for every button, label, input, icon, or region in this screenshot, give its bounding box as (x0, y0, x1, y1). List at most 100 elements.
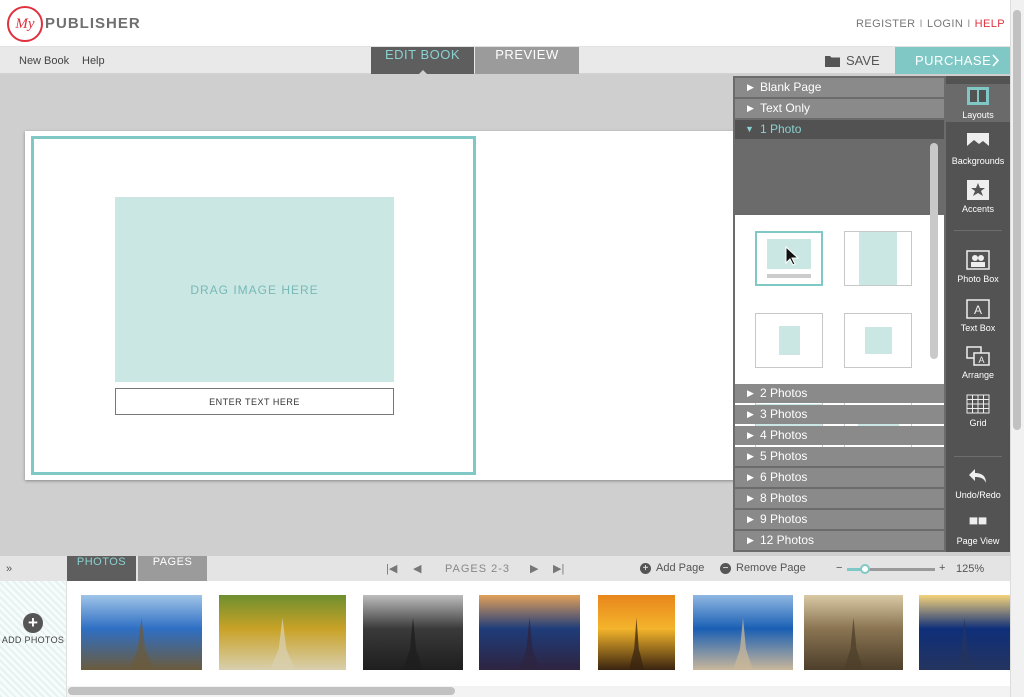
last-page-icon[interactable]: ▶| (553, 562, 564, 575)
layouts-icon (967, 87, 989, 105)
triangle-right-icon: ▶ (747, 451, 754, 461)
section-5-photos[interactable]: ▶ 5 Photos (735, 447, 944, 466)
purchase-button[interactable]: PURCHASE (895, 47, 1010, 74)
collapse-tray-icon[interactable]: » (6, 563, 12, 575)
layout-option[interactable] (755, 231, 823, 286)
section-1-photo[interactable]: ▼ 1 Photo (735, 120, 944, 139)
tool-undo-redo[interactable]: Undo/Redo (946, 466, 1010, 500)
zoom-level: 125% (956, 563, 985, 575)
layout-option[interactable] (844, 313, 912, 368)
backgrounds-icon (967, 133, 989, 151)
first-page-icon[interactable]: |◀ (386, 562, 397, 575)
cursor-arrow-icon (785, 246, 799, 266)
photo-subject (269, 617, 296, 670)
add-photos-button[interactable]: + ADD PHOTOS (0, 581, 67, 697)
next-page-icon[interactable]: ▶ (530, 562, 538, 575)
save-button[interactable]: SAVE (825, 53, 880, 68)
section-4-photos[interactable]: ▶ 4 Photos (735, 426, 944, 445)
tab-preview[interactable]: PREVIEW (475, 47, 579, 74)
photo-thumbnail-arc-de-triomphe-day[interactable] (693, 595, 793, 670)
photo-tray: + ADD PHOTOS (0, 581, 1010, 697)
remove-page-button[interactable]: − Remove Page (720, 562, 806, 574)
triangle-right-icon: ▶ (747, 493, 754, 503)
photo-subject (955, 617, 974, 670)
add-photos-label: ADD PHOTOS (1, 635, 65, 645)
bottom-toolbar: » PHOTOS PAGES |◀ ◀ PAGES 2-3 ▶ ▶| + Add … (0, 555, 1010, 582)
section-label: 6 Photos (760, 470, 808, 484)
zoom-slider-handle[interactable] (859, 564, 870, 574)
undo-icon (969, 469, 986, 483)
tool-label: Page View (956, 536, 1000, 546)
photo-thumbnail-eiffel-tower-sunset[interactable] (598, 595, 675, 670)
menu-new-book[interactable]: New Book (19, 55, 69, 67)
photo-thumbnail-louvre-pyramid-dusk[interactable] (479, 595, 580, 670)
photo-drop-zone[interactable]: DRAG IMAGE HERE (115, 197, 394, 382)
tool-page-view[interactable]: Page View (946, 516, 1010, 546)
tool-arrange[interactable]: A Arrange (946, 346, 1010, 380)
account-links: REGISTER I LOGIN I HELP (856, 18, 1005, 30)
register-link[interactable]: REGISTER (856, 18, 915, 30)
section-9-photos[interactable]: ▶ 9 Photos (735, 510, 944, 529)
layouts-scrollbar[interactable] (930, 143, 938, 359)
zoom-out-button[interactable]: − (836, 562, 842, 574)
tool-label: Accents (961, 204, 994, 214)
photo-thumbnail-chateau-autumn-garden[interactable] (219, 595, 346, 670)
photo-box-icon (966, 250, 990, 270)
tab-photos[interactable]: PHOTOS (67, 556, 136, 582)
triangle-right-icon: ▶ (747, 82, 754, 92)
photo-thumbnail-eiffel-tower-blue-sky[interactable] (81, 595, 202, 670)
section-12-photos[interactable]: ▶ 12 Photos (735, 531, 944, 550)
photo-subject (628, 617, 645, 670)
add-page-button[interactable]: + Add Page (640, 562, 704, 574)
text-box[interactable]: ENTER TEXT HERE (115, 388, 394, 415)
tool-accents[interactable]: Accents (946, 180, 1010, 214)
section-3-photos[interactable]: ▶ 3 Photos (735, 405, 944, 424)
section-label: 8 Photos (760, 491, 808, 505)
layout-option[interactable] (844, 231, 912, 286)
prev-page-icon[interactable]: ◀ (413, 562, 421, 575)
section-label: 5 Photos (760, 449, 808, 463)
logo[interactable]: My (7, 6, 43, 42)
tray-scroll-thumb[interactable] (68, 687, 455, 695)
divider (954, 456, 1002, 457)
triangle-right-icon: ▶ (747, 103, 754, 113)
triangle-right-icon: ▶ (747, 409, 754, 419)
photo-thumbnail-paris-street-signs-bw[interactable] (363, 595, 463, 670)
triangle-right-icon: ▶ (747, 514, 754, 524)
photo-thumbnail-palais-royal-arcade[interactable] (804, 595, 903, 670)
tool-photo-box[interactable]: Photo Box (946, 250, 1010, 284)
purchase-label: PURCHASE (915, 53, 992, 68)
photo-subject (403, 617, 423, 670)
text-box-icon: A (966, 299, 990, 319)
tool-label: Backgrounds (951, 156, 1005, 166)
left-page[interactable]: DRAG IMAGE HERE ENTER TEXT HERE (31, 136, 476, 475)
plus-circle-icon: + (23, 613, 43, 633)
tool-backgrounds[interactable]: Backgrounds (946, 132, 1010, 166)
tab-edit-book[interactable]: EDIT BOOK (371, 47, 474, 74)
tool-grid[interactable]: Grid (946, 394, 1010, 428)
photo-subject (843, 617, 864, 670)
section-2-photos[interactable]: ▶ 2 Photos (735, 384, 944, 403)
separator: I (967, 18, 971, 30)
photo-thumbnail-arc-de-triomphe-night[interactable] (919, 595, 1010, 670)
triangle-right-icon: ▶ (747, 472, 754, 482)
zoom-in-button[interactable]: + (939, 562, 945, 574)
tool-text-box[interactable]: A Text Box (946, 299, 1010, 333)
login-link[interactable]: LOGIN (927, 18, 963, 30)
menu-help[interactable]: Help (82, 55, 105, 67)
section-label: 2 Photos (760, 386, 808, 400)
section-blank-page[interactable]: ▶ Blank Page (735, 78, 944, 97)
folder-icon (825, 55, 840, 67)
tab-pages[interactable]: PAGES (138, 556, 207, 582)
tool-label: Text Box (960, 323, 996, 333)
section-8-photos[interactable]: ▶ 8 Photos (735, 489, 944, 508)
tool-label: Grid (969, 418, 987, 428)
section-text-only[interactable]: ▶ Text Only (735, 99, 944, 118)
section-6-photos[interactable]: ▶ 6 Photos (735, 468, 944, 487)
window-scroll-thumb[interactable] (1013, 10, 1021, 430)
app-window: My PUBLISHER REGISTER I LOGIN I HELP New Boo… (0, 0, 1024, 697)
tool-layouts[interactable]: Layouts (946, 84, 1010, 122)
layout-option[interactable] (755, 313, 823, 368)
help-link[interactable]: HELP (975, 18, 1005, 30)
triangle-right-icon: ▶ (747, 388, 754, 398)
